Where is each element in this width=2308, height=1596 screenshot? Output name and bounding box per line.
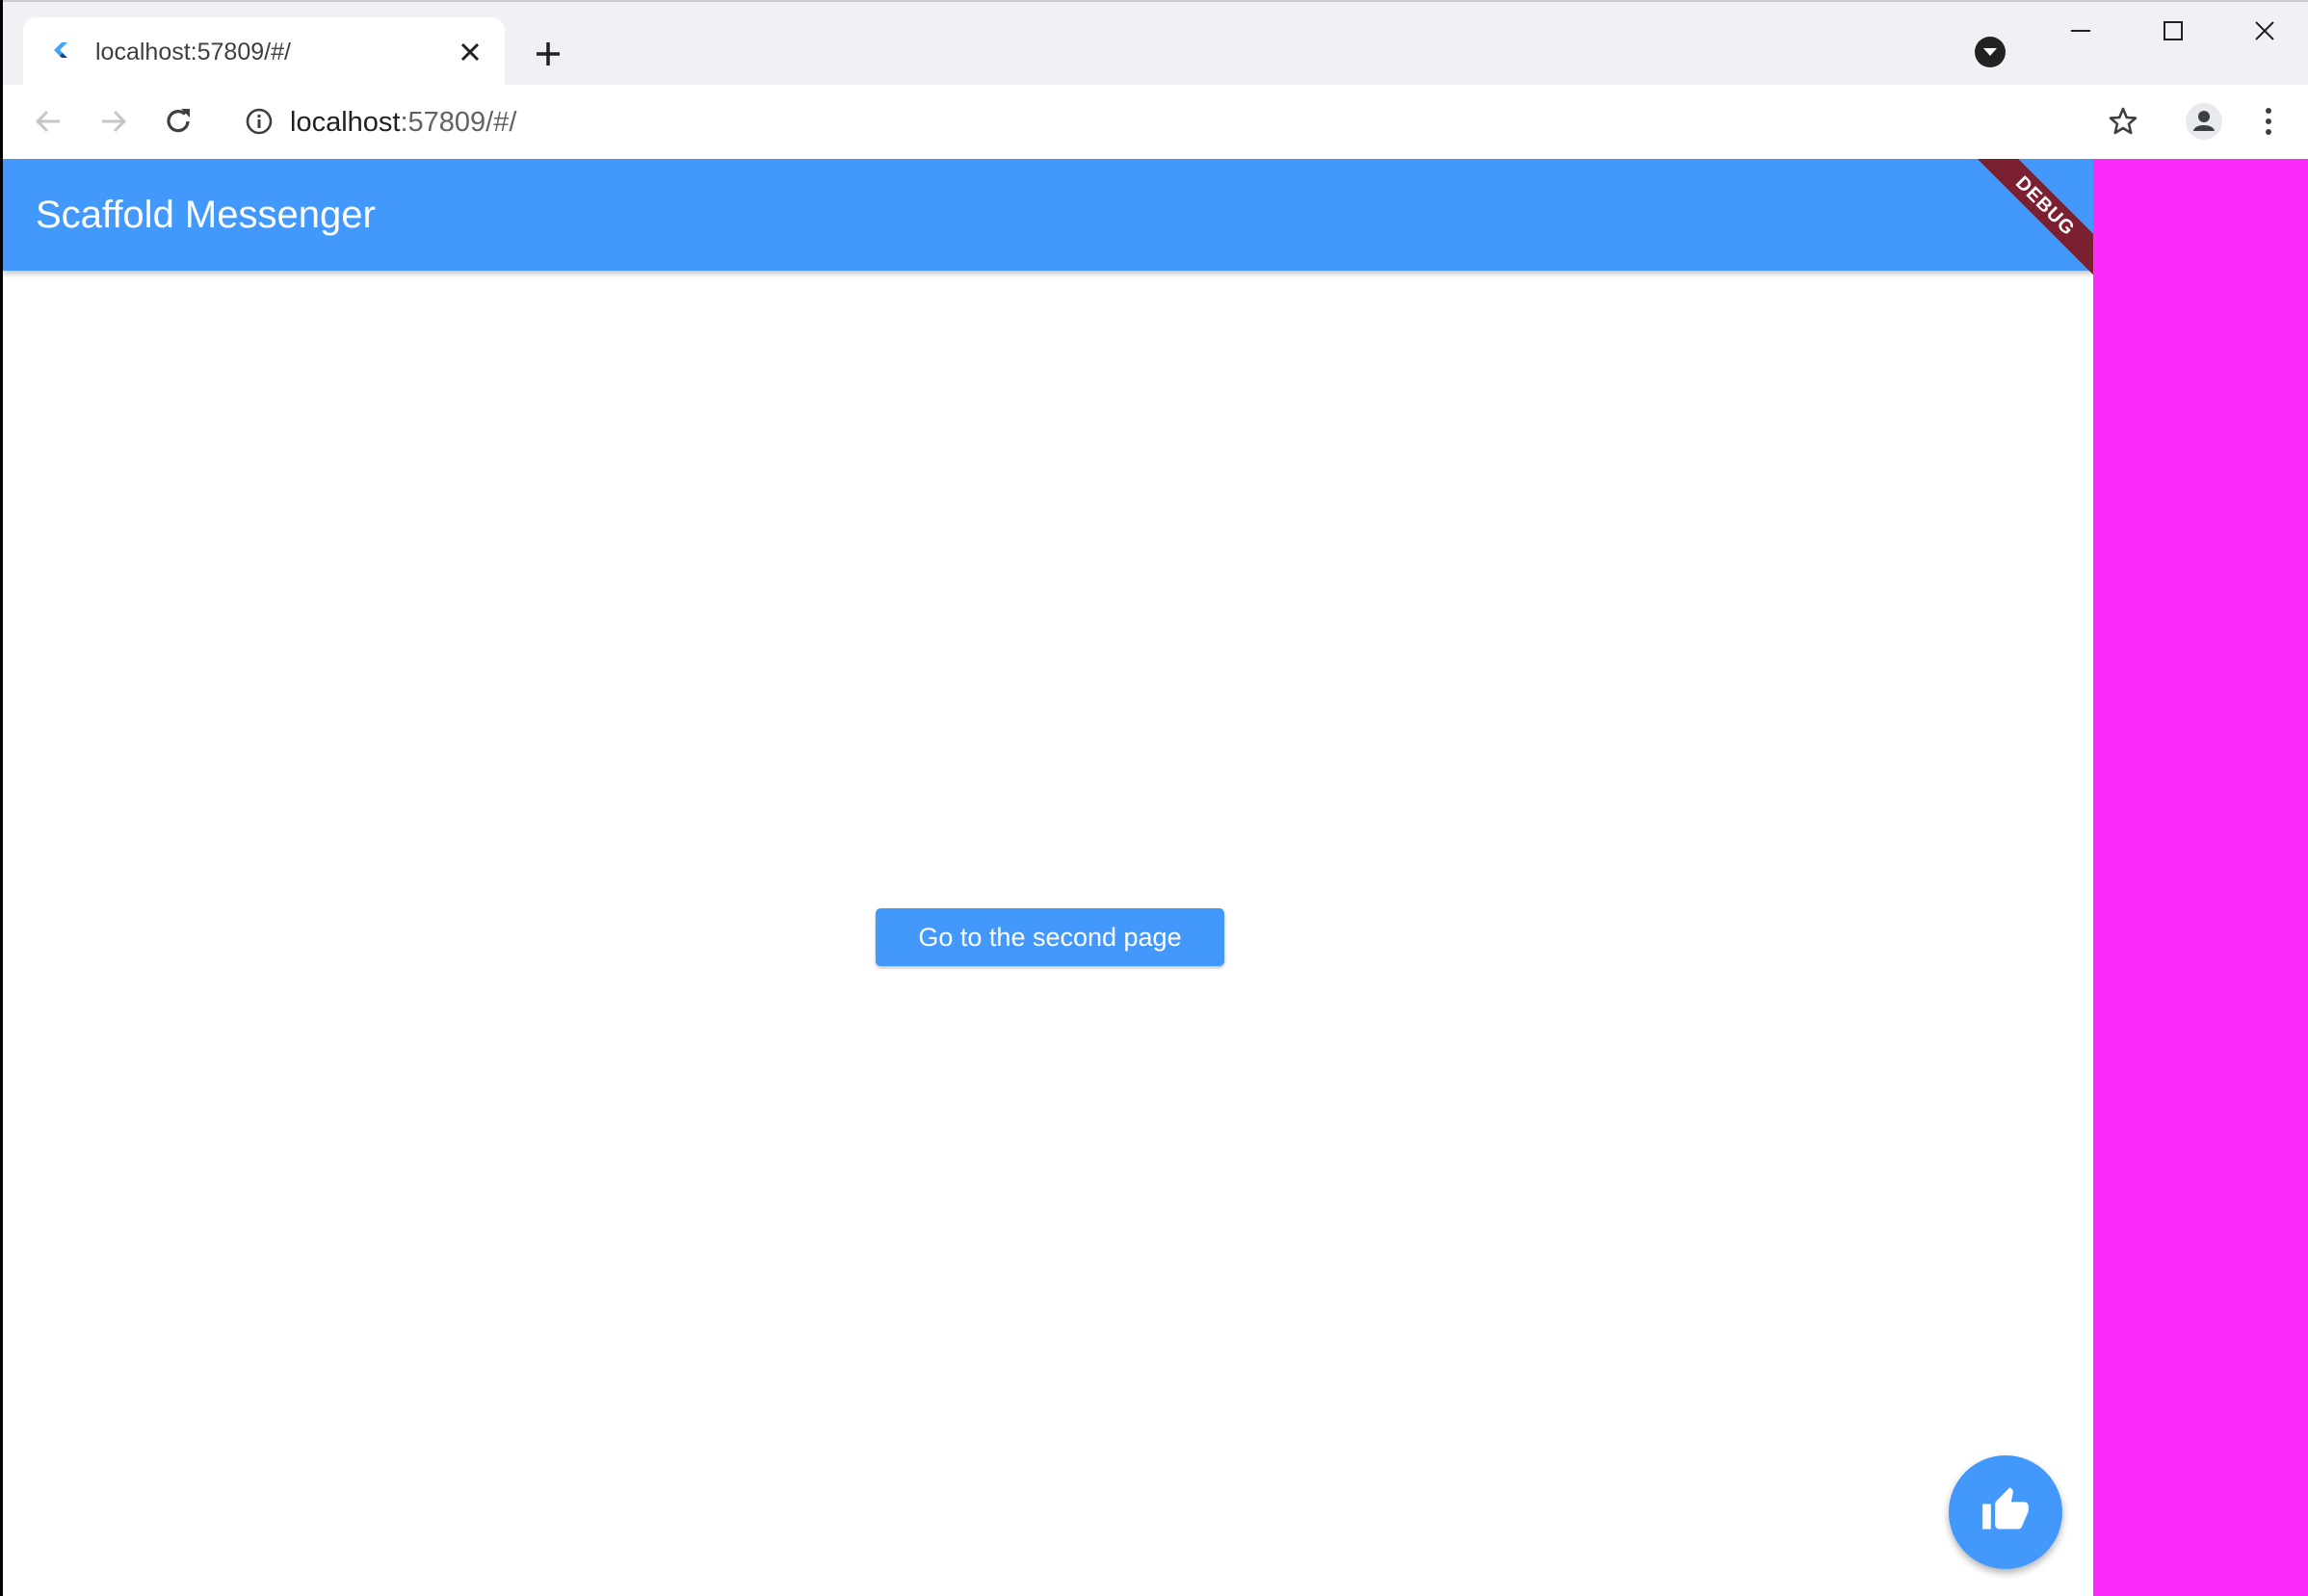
site-info-icon[interactable] bbox=[240, 102, 278, 141]
more-menu-icon[interactable] bbox=[2249, 102, 2288, 141]
go-to-second-page-button[interactable]: Go to the second page bbox=[876, 908, 1224, 966]
tab-close-icon[interactable] bbox=[455, 37, 485, 67]
tab-title: localhost:57809/#/ bbox=[95, 39, 291, 65]
forward-icon[interactable] bbox=[94, 102, 133, 141]
minimize-icon[interactable] bbox=[2052, 12, 2110, 50]
profile-avatar-icon[interactable] bbox=[2185, 102, 2223, 141]
bookmark-star-icon[interactable] bbox=[2104, 102, 2142, 141]
browser-window: localhost:57809/#/ localhost:57809/#/ Sc… bbox=[3, 0, 2308, 1596]
floating-action-button[interactable] bbox=[1949, 1455, 2062, 1569]
tab-strip: localhost:57809/#/ bbox=[3, 0, 2308, 87]
page-title: Scaffold Messenger bbox=[36, 194, 376, 236]
thumb-up-icon bbox=[1980, 1485, 2031, 1540]
magenta-side-panel bbox=[2093, 159, 2308, 1596]
close-window-icon[interactable] bbox=[2236, 12, 2294, 50]
browser-toolbar: localhost:57809/#/ bbox=[3, 85, 2308, 159]
app-bar: Scaffold Messenger DEBUG bbox=[3, 159, 2093, 285]
new-tab-icon[interactable] bbox=[529, 35, 567, 73]
debug-banner: DEBUG bbox=[1958, 159, 2093, 294]
app-viewport: Scaffold Messenger DEBUG Go to the secon… bbox=[3, 159, 2093, 1596]
back-icon[interactable] bbox=[29, 102, 67, 141]
flutter-favicon-icon bbox=[46, 39, 75, 67]
debug-banner-label: DEBUG bbox=[1966, 159, 2093, 285]
tab-search-icon[interactable] bbox=[1975, 37, 2006, 67]
address-bar[interactable]: localhost:57809/#/ bbox=[290, 105, 516, 140]
reload-icon[interactable] bbox=[159, 102, 197, 141]
browser-tab[interactable]: localhost:57809/#/ bbox=[23, 17, 505, 87]
url-path: :57809/#/ bbox=[400, 107, 517, 138]
url-host: localhost bbox=[290, 107, 401, 138]
maximize-icon[interactable] bbox=[2144, 12, 2202, 50]
